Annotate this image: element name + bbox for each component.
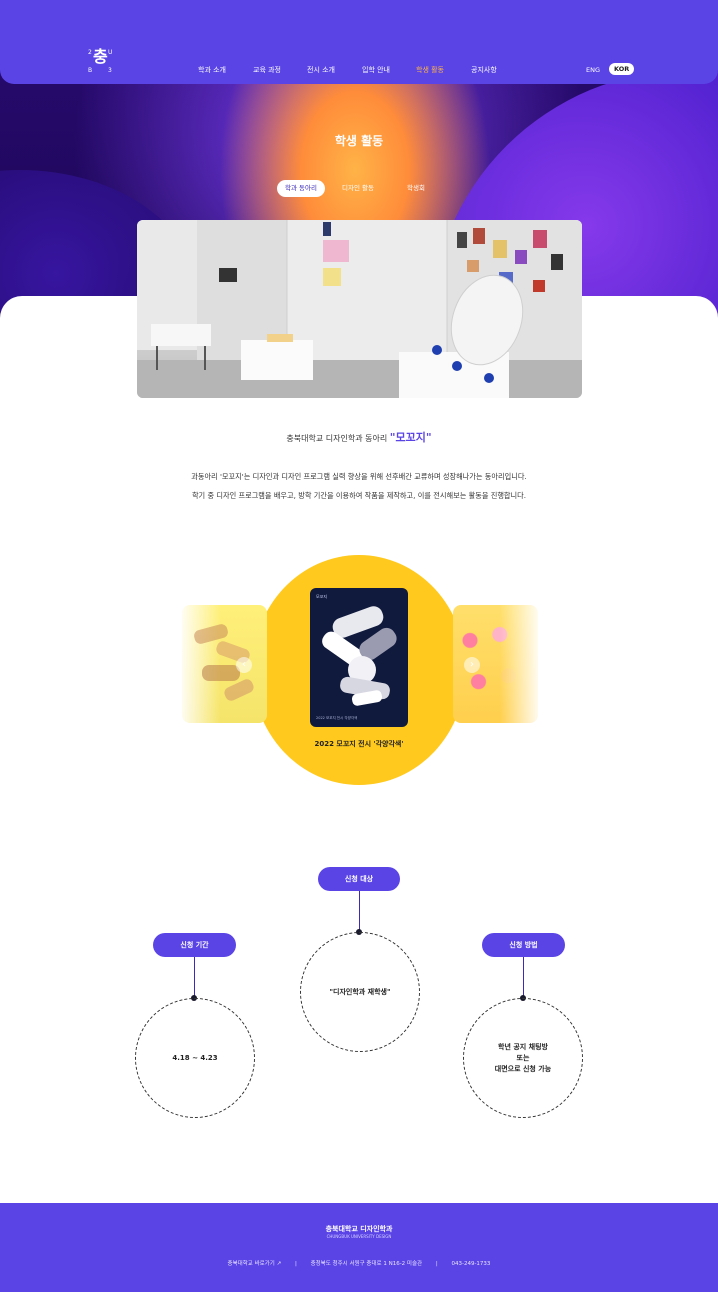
footer-separator: |	[435, 1261, 438, 1267]
logo-mark-2: U	[108, 49, 113, 56]
apply-method-line-2: 또는	[516, 1053, 530, 1062]
tab-design-activity[interactable]: 디자인 활동	[334, 180, 382, 197]
chevron-right-icon[interactable]: ›	[464, 657, 480, 673]
apply-method-line-1: 학년 공지 채팅방	[498, 1042, 548, 1051]
apply-period-label: 신청 기간	[153, 933, 236, 957]
apply-target-label: 신청 대상	[318, 867, 400, 891]
apply-method-line-3: 대면으로 신청 가능	[494, 1064, 552, 1073]
apply-method-circle: 학년 공지 채팅방 또는 대면으로 신청 가능	[463, 998, 583, 1118]
apply-target-value: "디자인학과 재학생"	[329, 987, 391, 996]
nav-item-exhibition[interactable]: 전시 소개	[307, 65, 335, 75]
footer-address: 충청북도 청주시 서원구 충대로 1 N16-2 미술관	[310, 1261, 423, 1267]
logo-mark-1: 2	[88, 49, 92, 56]
apply-target-circle: "디자인학과 재학생"	[300, 932, 420, 1052]
footer: 충북대학교 디자인학과 CHUNGBUK UNIVERSITY DESIGN 충…	[0, 1203, 718, 1292]
tab-student-council[interactable]: 학생회	[399, 180, 433, 197]
poster-artwork	[322, 606, 397, 706]
sub-tabs: 학과 동아리 디자인 활동 학생회	[0, 180, 718, 198]
nav-item-about[interactable]: 학과 소개	[198, 65, 226, 75]
club-intro-prefix: 충북대학교 디자인학과 동아리	[286, 434, 390, 443]
apply-period-connector	[194, 957, 195, 998]
footer-university-link[interactable]: 충북대학교 바로가기 ↗	[228, 1261, 282, 1267]
footer-title: 충북대학교 디자인학과	[325, 1225, 393, 1233]
footer-subtitle: CHUNGBUK UNIVERSITY DESIGN	[326, 1234, 392, 1239]
apply-method-label: 신청 방법	[482, 933, 565, 957]
exhibition-poster[interactable]: 모꼬지 2022 모꼬지 전시 각양각색	[310, 588, 408, 727]
chevron-left-icon[interactable]: ‹	[236, 657, 252, 673]
apply-target-connector	[359, 891, 360, 932]
footer-info: 충북대학교 바로가기 ↗ | 충청북도 청주시 서원구 충대로 1 N16-2 …	[0, 1259, 718, 1267]
exhibition-photo-drawing	[137, 220, 582, 398]
club-intro-line-2: 학기 중 디자인 프로그램을 배우고, 방학 기간을 이용하여 작품을 제작하고…	[191, 491, 527, 500]
nav-item-student-activity[interactable]: 학생 활동	[416, 65, 444, 75]
carousel-caption: 2022 모꼬지 전시 '각양각색'	[314, 740, 404, 748]
page-title: 학생 활동	[334, 134, 384, 148]
nav-item-curriculum[interactable]: 교육 과정	[253, 65, 281, 75]
club-name: "모꼬지"	[389, 431, 432, 444]
poster-footer: 2022 모꼬지 전시 각양각색	[316, 716, 358, 720]
carousel-card-prev[interactable]	[182, 605, 267, 723]
exhibition-photo	[137, 220, 582, 398]
club-intro-body: 과동아리 '모꼬지'는 디자인과 디자인 프로그램 실력 향상을 위해 선후배간…	[0, 467, 718, 505]
lang-kor-button[interactable]: KOR	[609, 63, 635, 75]
apply-period-value: 4.18 ~ 4.23	[172, 1053, 218, 1062]
apply-period-circle: 4.18 ~ 4.23	[135, 998, 255, 1118]
top-navbar: 2 U 충 B 3 학과 소개 교육 과정 전시 소개 입학 안내 학생 활동 …	[0, 0, 718, 84]
apply-method-connector	[523, 957, 524, 998]
club-intro-line-1: 과동아리 '모꼬지'는 디자인과 디자인 프로그램 실력 향상을 위해 선후배간…	[191, 472, 527, 481]
logo-glyph: 충	[93, 47, 108, 66]
exhibition-carousel: ‹ › 모꼬지 2022 모꼬지 전시 각양각색 2022 모꼬지 전시 '각양…	[0, 555, 718, 790]
lang-eng-button[interactable]: ENG	[586, 66, 600, 74]
nav-item-notice[interactable]: 공지사항	[471, 65, 497, 75]
tab-club[interactable]: 학과 동아리	[277, 180, 325, 197]
nav-item-admission[interactable]: 입학 안내	[362, 65, 390, 75]
footer-phone: 043-249-1733	[451, 1261, 491, 1267]
footer-separator: |	[294, 1261, 297, 1267]
club-intro-title: 충북대학교 디자인학과 동아리 "모꼬지"	[0, 429, 718, 445]
prev-card-drawing	[194, 624, 254, 701]
